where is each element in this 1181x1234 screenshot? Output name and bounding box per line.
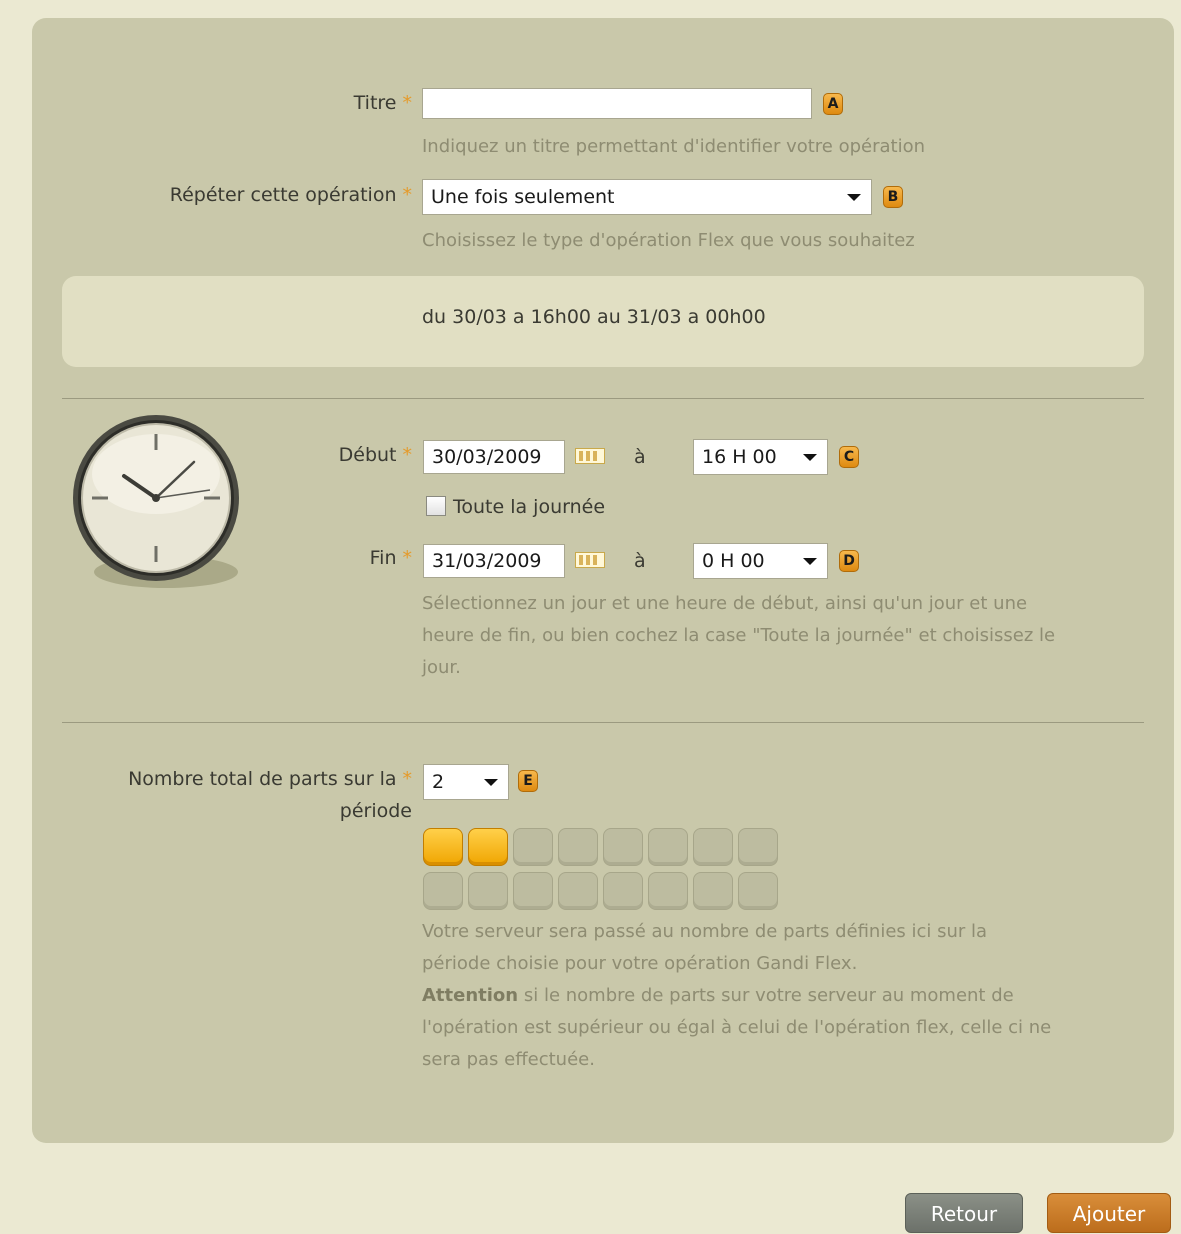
calendar-icon[interactable] [575, 448, 605, 464]
title-input[interactable] [422, 88, 812, 119]
divider [62, 398, 1144, 399]
start-at-label: à [634, 446, 646, 468]
badge-b: B [883, 186, 903, 208]
schedule-summary-box: du 30/03 a 16h00 au 31/03 a 00h00 [62, 276, 1144, 367]
parts-select[interactable]: 2 [423, 764, 509, 800]
parts-label-line-2: période [339, 800, 412, 822]
parts-grid [423, 828, 793, 914]
chevron-down-icon [847, 194, 861, 201]
parts-help-line-2: période choisie pour votre opération Gan… [422, 953, 858, 974]
parts-help-line-1: Votre serveur sera passé au nombre de pa… [422, 921, 988, 942]
schedule-help-line-3: jour. [422, 657, 461, 678]
part-cell[interactable] [558, 872, 598, 910]
badge-e: E [518, 770, 538, 792]
badge-a: A [823, 93, 843, 115]
chevron-down-icon [484, 779, 498, 786]
part-cell[interactable] [648, 872, 688, 910]
title-help-text: Indiquez un titre permettant d'identifie… [422, 136, 926, 157]
add-button[interactable]: Ajouter [1047, 1193, 1171, 1233]
attention-line-1: Attention si le nombre de parts sur votr… [422, 985, 1014, 1006]
part-cell[interactable] [423, 872, 463, 910]
attention-line-2: l'opération est supérieur ou égal à celu… [422, 1017, 1052, 1038]
start-time-select[interactable]: 16 H 00 [693, 439, 828, 475]
part-cell[interactable] [423, 828, 463, 866]
badge-d: D [839, 550, 859, 572]
part-cell[interactable] [468, 828, 508, 866]
part-cell[interactable] [738, 828, 778, 866]
all-day-checkbox[interactable] [426, 496, 446, 516]
repeat-select[interactable]: Une fois seulement [422, 179, 872, 215]
divider [62, 722, 1144, 723]
attention-bold: Attention [422, 985, 519, 1006]
start-label: Début * [338, 444, 413, 466]
start-date-input[interactable]: 30/03/2009 [423, 440, 565, 474]
repeat-label: Répéter cette opération * [169, 184, 413, 206]
part-cell[interactable] [693, 872, 733, 910]
part-cell[interactable] [603, 872, 643, 910]
back-button[interactable]: Retour [905, 1193, 1023, 1233]
part-cell[interactable] [693, 828, 733, 866]
chevron-down-icon [803, 558, 817, 565]
part-cell[interactable] [558, 828, 598, 866]
repeat-selected-value: Une fois seulement [431, 186, 615, 208]
required-marker: * [402, 768, 413, 790]
parts-selected-value: 2 [432, 771, 445, 793]
end-time-value: 0 H 00 [702, 550, 765, 572]
repeat-help-text: Choisissez le type d'opération Flex que … [422, 230, 915, 251]
all-day-label[interactable]: Toute la journée [453, 496, 605, 518]
end-time-select[interactable]: 0 H 00 [693, 543, 828, 579]
required-marker: * [402, 547, 413, 569]
flex-operation-form-panel: Titre * A Indiquez un titre permettant d'… [32, 18, 1174, 1143]
schedule-summary-text: du 30/03 a 16h00 au 31/03 a 00h00 [422, 306, 766, 328]
badge-c: C [839, 446, 859, 468]
part-cell[interactable] [513, 872, 553, 910]
attention-line-3: sera pas effectuée. [422, 1049, 595, 1070]
end-at-label: à [634, 550, 646, 572]
required-marker: * [402, 184, 413, 206]
schedule-help-line-1: Sélectionnez un jour et une heure de déb… [422, 593, 1028, 614]
schedule-help-line-2: heure de fin, ou bien cochez la case "To… [422, 625, 1056, 646]
part-cell[interactable] [738, 872, 778, 910]
part-cell[interactable] [513, 828, 553, 866]
end-label: Fin * [369, 547, 413, 569]
title-label: Titre * [353, 92, 413, 114]
part-cell[interactable] [648, 828, 688, 866]
calendar-icon[interactable] [575, 552, 605, 568]
parts-label: Nombre total de parts sur la * [128, 768, 413, 790]
end-date-input[interactable]: 31/03/2009 [423, 544, 565, 578]
part-cell[interactable] [603, 828, 643, 866]
required-marker: * [402, 92, 413, 114]
chevron-down-icon [803, 454, 817, 461]
start-time-value: 16 H 00 [702, 446, 777, 468]
part-cell[interactable] [468, 872, 508, 910]
required-marker: * [402, 444, 413, 466]
